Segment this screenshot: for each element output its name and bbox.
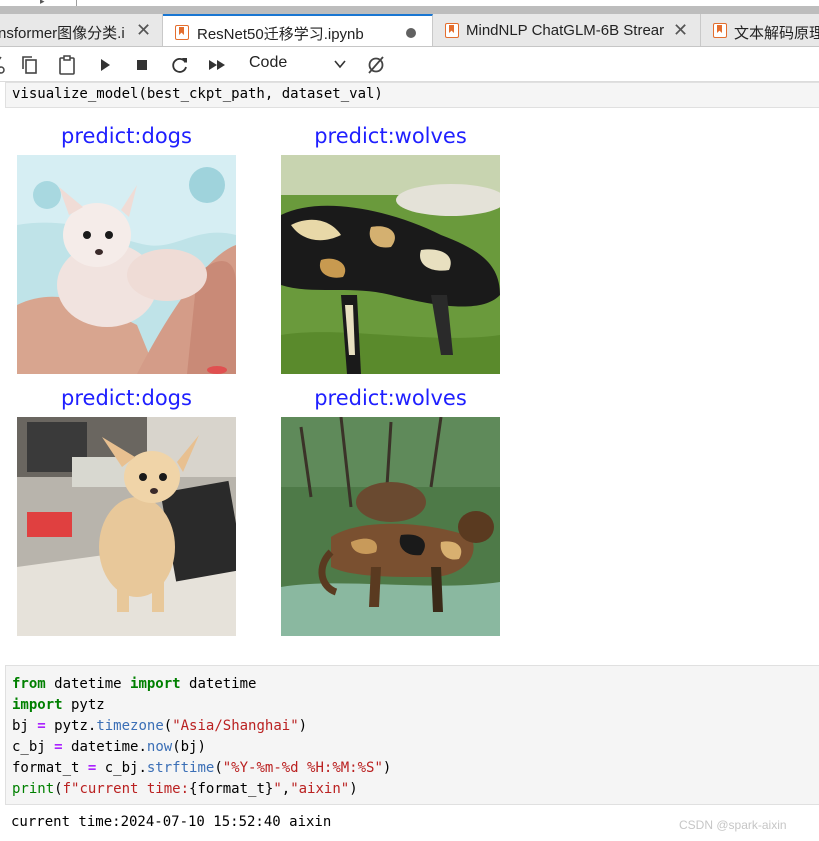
cut-icon[interactable]: [0, 54, 8, 76]
tab-label: MindNLP ChatGLM-6B Strear: [466, 22, 665, 39]
code-line: bj = pytz.timezone("Asia/Shanghai"): [12, 716, 819, 737]
string-literal: ": [273, 781, 282, 797]
code-text: ,: [281, 781, 291, 797]
code-line: import pytz: [12, 695, 819, 716]
tab-transformer-notebook[interactable]: nsformer图像分类.i ✕: [0, 14, 163, 46]
code-text: (: [54, 781, 63, 797]
prediction-title: predict:dogs: [61, 386, 192, 410]
code-text: (bj): [172, 739, 206, 755]
notebook-icon: [713, 23, 727, 38]
code-text: {format_t}: [189, 781, 274, 797]
operator: =: [37, 718, 46, 734]
wild-dog-image: [281, 155, 500, 374]
notebook-icon: [445, 23, 459, 38]
cell-output-text: current time:2024-07-10 15:52:40 aixin: [11, 814, 332, 830]
notebook-toolbar: Code: [0, 48, 819, 82]
chevron-down-icon[interactable]: [333, 57, 347, 71]
tab-bar: nsformer图像分类.i ✕ ResNet50迁移学习.ipynb Mind…: [0, 14, 819, 47]
unsaved-dot-icon[interactable]: [406, 28, 416, 38]
dog-puppy-image: [17, 155, 236, 374]
code-text: pytz.: [45, 718, 97, 734]
horizontal-scrollbar[interactable]: [0, 6, 819, 14]
scroll-right-icon[interactable]: ▸: [40, 0, 45, 7]
code-text: pytz: [62, 697, 105, 713]
figure-output: predict:dogs predict:wolves predict:dogs…: [0, 108, 819, 663]
code-text: datetime: [180, 676, 257, 692]
stop-icon[interactable]: [131, 54, 153, 76]
tab-label: 文本解码原理: [734, 25, 819, 42]
function-name: timezone: [96, 718, 164, 734]
paste-icon[interactable]: [56, 54, 78, 76]
code-text: format_t: [12, 760, 88, 776]
builtin: print: [12, 781, 55, 797]
code-text: datetime.: [62, 739, 147, 755]
string-literal: "%Y-%m-%d %H:%M:%S": [222, 760, 383, 776]
tab-text-decoding-notebook[interactable]: 文本解码原理: [701, 14, 819, 46]
code-text: ): [349, 781, 358, 797]
code-line: format_t = c_bj.strftime("%Y-%m-%d %H:%M…: [12, 758, 819, 779]
restart-icon[interactable]: [169, 54, 191, 76]
close-icon[interactable]: ✕: [673, 20, 688, 41]
function-name: strftime: [146, 760, 215, 776]
tab-label: nsformer图像分类.i: [0, 25, 125, 42]
wild-dogs-pack-image: [281, 417, 500, 636]
scroll-divider: [76, 0, 77, 6]
code-text: ): [298, 718, 308, 734]
code-cell-input[interactable]: from datetime import datetime import pyt…: [5, 665, 819, 805]
run-icon[interactable]: [94, 54, 116, 76]
function-name: now: [146, 739, 173, 755]
code-text: c_bj.: [96, 760, 147, 776]
keyword: import: [130, 676, 181, 692]
kernel-status-icon[interactable]: [365, 54, 387, 76]
code-text: ): [382, 760, 392, 776]
code-text: datetime: [45, 676, 131, 692]
prediction-title: predict:dogs: [61, 124, 192, 148]
copy-icon[interactable]: [19, 54, 41, 76]
code-text: c_bj: [12, 739, 55, 755]
prediction-title: predict:wolves: [314, 124, 467, 148]
top-scroll-strip: ▸: [0, 0, 819, 14]
code-cell-input[interactable]: visualize_model(best_ckpt_path, dataset_…: [5, 82, 819, 108]
keyword: import: [12, 697, 63, 713]
chihuahua-desk-image: [17, 417, 236, 636]
notebook-icon: [175, 25, 189, 40]
cell-type-select[interactable]: Code: [249, 54, 287, 72]
code-line: from datetime import datetime: [12, 674, 819, 695]
string-literal: "Asia/Shanghai": [172, 718, 299, 734]
tab-chatglm-notebook[interactable]: MindNLP ChatGLM-6B Strear ✕: [433, 14, 701, 46]
code-line: visualize_model(best_ckpt_path, dataset_…: [12, 86, 383, 102]
string-literal: "aixin": [290, 781, 350, 797]
code-line: c_bj = datetime.now(bj): [12, 737, 819, 758]
operator: =: [54, 739, 63, 755]
code-text: (: [214, 760, 223, 776]
code-text: (: [163, 718, 173, 734]
fast-forward-icon[interactable]: [206, 54, 228, 76]
code-text: bj: [12, 718, 38, 734]
watermark: CSDN @spark-aixin: [679, 818, 787, 832]
keyword: from: [12, 676, 46, 692]
close-icon[interactable]: ✕: [136, 20, 151, 41]
tab-resnet50-notebook[interactable]: ResNet50迁移学习.ipynb: [163, 14, 433, 46]
code-line: print(f"current time:{format_t}","aixin"…: [12, 779, 819, 800]
prediction-title: predict:wolves: [314, 386, 467, 410]
tab-label: ResNet50迁移学习.ipynb: [197, 26, 364, 43]
string-literal: f"current time:: [62, 781, 190, 797]
